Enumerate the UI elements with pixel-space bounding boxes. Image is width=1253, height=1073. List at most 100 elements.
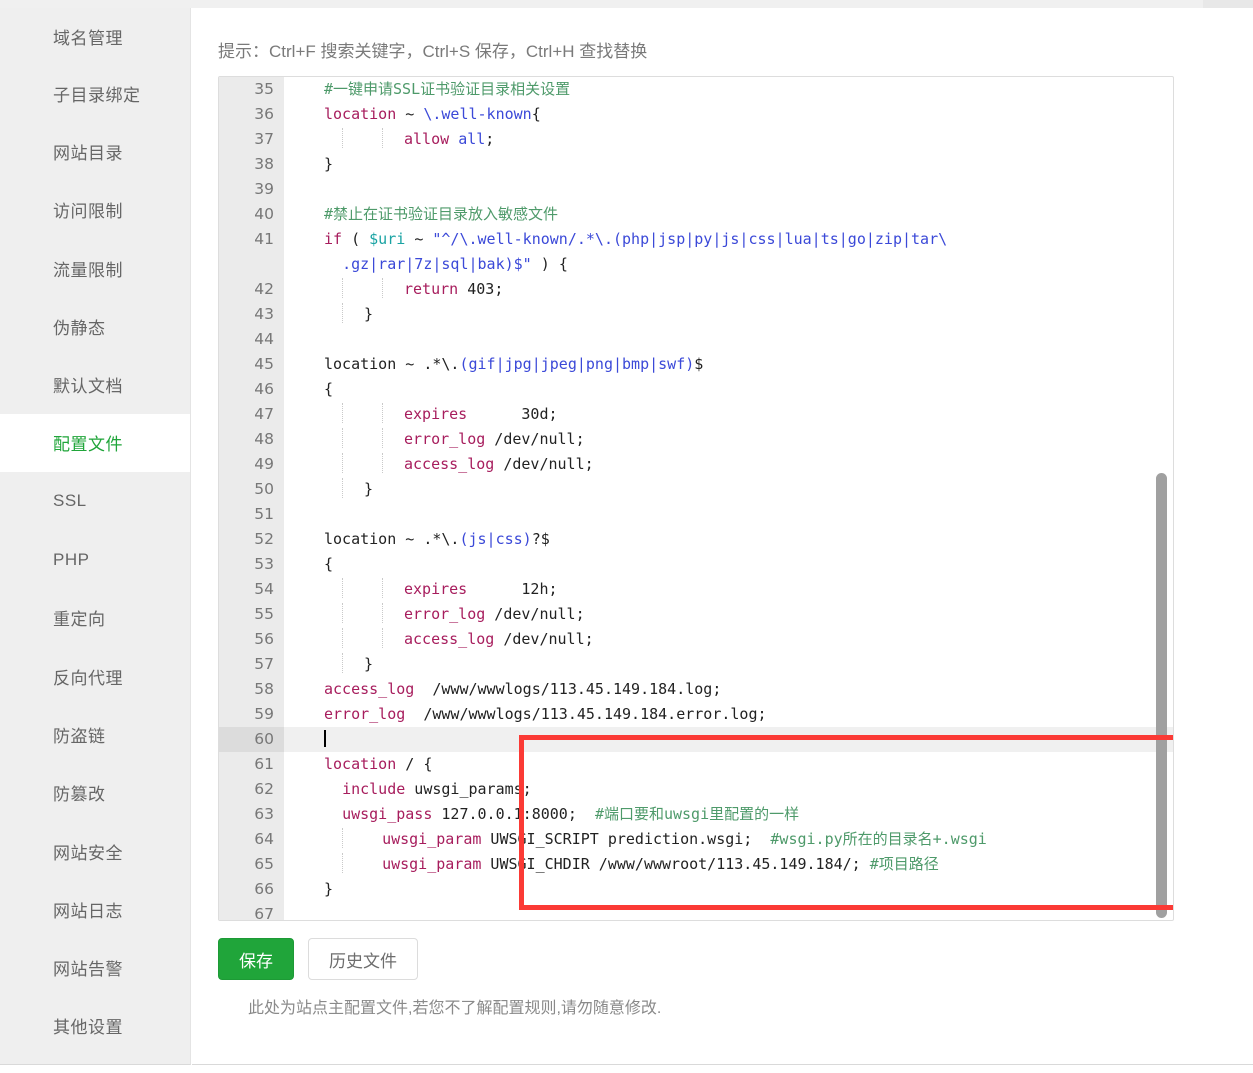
code-line-content[interactable]: } bbox=[284, 652, 1173, 677]
code-line[interactable]: 61 location / { bbox=[219, 752, 1173, 777]
code-line[interactable]: 52 location ~ .*\.(js|css)?$ bbox=[219, 527, 1173, 552]
sidebar-item-1[interactable]: 子目录绑定 bbox=[0, 64, 190, 122]
sidebar-item-15[interactable]: 网站日志 bbox=[0, 880, 190, 938]
code-line-content[interactable]: location ~ \.well-known{ bbox=[284, 102, 1173, 127]
sidebar-item-17[interactable]: 其他设置 bbox=[0, 997, 190, 1055]
editor-scrollbar-track[interactable] bbox=[1156, 79, 1170, 918]
code-line-content[interactable]: location ~ .*\.(js|css)?$ bbox=[284, 527, 1173, 552]
code-line[interactable]: 63 uwsgi_pass 127.0.0.1:8000; #端口要和uwsgi… bbox=[219, 802, 1173, 827]
code-line[interactable]: 57} bbox=[219, 652, 1173, 677]
code-line[interactable]: 54 expires 12h; bbox=[219, 577, 1173, 602]
sidebar-item-12[interactable]: 防盗链 bbox=[0, 705, 190, 763]
code-line-content[interactable]: access_log /dev/null; bbox=[284, 452, 1173, 477]
sidebar-item-4[interactable]: 流量限制 bbox=[0, 239, 190, 297]
code-line-content[interactable]: if ( $uri ~ "^/\.well-known/.*\.(php|jsp… bbox=[284, 227, 1173, 252]
config-file-editor[interactable]: 35 #一键申请SSL证书验证目录相关设置 36 location ~ \.well-… bbox=[218, 76, 1174, 921]
code-line-content[interactable]: expires 12h; bbox=[284, 577, 1173, 602]
sidebar-item-16[interactable]: 网站告警 bbox=[0, 938, 190, 996]
sidebar-item-3[interactable]: 访问限制 bbox=[0, 181, 190, 239]
code-line-content[interactable] bbox=[284, 327, 1173, 352]
token-punct: } bbox=[364, 305, 374, 323]
code-line-content[interactable]: uwsgi_param UWSGI_CHDIR /www/wwwroot/113… bbox=[284, 852, 1173, 877]
code-line[interactable]: 50} bbox=[219, 477, 1173, 502]
code-line-content[interactable]: error_log /www/wwwlogs/113.45.149.184.er… bbox=[284, 702, 1173, 727]
code-lines[interactable]: 35 #一键申请SSL证书验证目录相关设置 36 location ~ \.well-… bbox=[219, 77, 1173, 920]
code-line-content[interactable]: { bbox=[284, 552, 1173, 577]
indent-guide bbox=[342, 303, 343, 323]
code-line[interactable]: 42 return 403; bbox=[219, 277, 1173, 302]
code-line[interactable]: 45 location ~ .*\.(gif|jpg|jpeg|png|bmp|s… bbox=[219, 352, 1173, 377]
code-line[interactable]: 60 bbox=[219, 727, 1173, 752]
code-line-content[interactable] bbox=[284, 177, 1173, 202]
code-line[interactable]: 44 bbox=[219, 327, 1173, 352]
sidebar-item-2[interactable]: 网站目录 bbox=[0, 122, 190, 180]
code-line-content[interactable]: #禁止在证书验证目录放入敏感文件 bbox=[284, 202, 1173, 227]
code-line[interactable]: 49 access_log /dev/null; bbox=[219, 452, 1173, 477]
code-line-content[interactable]: expires 30d; bbox=[284, 402, 1173, 427]
code-line[interactable]: 46 { bbox=[219, 377, 1173, 402]
token-key: if bbox=[324, 230, 343, 248]
code-line-content[interactable] bbox=[284, 902, 1173, 920]
code-line-content[interactable]: error_log /dev/null; bbox=[284, 427, 1173, 452]
code-line-content[interactable]: } bbox=[284, 152, 1173, 177]
token-plain: .*\. bbox=[414, 355, 460, 373]
code-line-content[interactable]: .gz|rar|7z|sql|bak)$" ) { bbox=[284, 252, 1173, 277]
code-line-content[interactable] bbox=[284, 727, 1173, 752]
code-line[interactable]: 55 error_log /dev/null; bbox=[219, 602, 1173, 627]
code-line[interactable]: 40 #禁止在证书验证目录放入敏感文件 bbox=[219, 202, 1173, 227]
code-line[interactable]: 65 uwsgi_param UWSGI_CHDIR /www/wwwroot/… bbox=[219, 852, 1173, 877]
code-line[interactable]: 53 { bbox=[219, 552, 1173, 577]
code-line[interactable]: 66} bbox=[219, 877, 1173, 902]
code-line[interactable]: 47 expires 30d; bbox=[219, 402, 1173, 427]
code-line-content[interactable]: return 403; bbox=[284, 277, 1173, 302]
code-line[interactable]: 62 include uwsgi_params; bbox=[219, 777, 1173, 802]
code-line-content[interactable]: } bbox=[284, 877, 1173, 902]
code-line-content[interactable]: include uwsgi_params; bbox=[284, 777, 1173, 802]
code-line-content[interactable]: location / { bbox=[284, 752, 1173, 777]
code-line[interactable]: 51 bbox=[219, 502, 1173, 527]
code-line[interactable]: 35 #一键申请SSL证书验证目录相关设置 bbox=[219, 77, 1173, 102]
code-line-content[interactable]: } bbox=[284, 477, 1173, 502]
code-line-content[interactable]: #一键申请SSL证书验证目录相关设置 bbox=[284, 77, 1173, 102]
code-line-content[interactable]: } bbox=[284, 302, 1173, 327]
code-line-content[interactable]: access_log /dev/null; bbox=[284, 627, 1173, 652]
code-line[interactable]: 41 if ( $uri ~ "^/\.well-known/.*\.(php|j… bbox=[219, 227, 1173, 252]
sidebar-item-5[interactable]: 伪静态 bbox=[0, 297, 190, 355]
code-line[interactable]: 37 allow all; bbox=[219, 127, 1173, 152]
code-line[interactable]: 43} bbox=[219, 302, 1173, 327]
save-button[interactable]: 保存 bbox=[218, 938, 294, 980]
code-line-content[interactable]: location ~ .*\.(gif|jpg|jpeg|png|bmp|swf… bbox=[284, 352, 1173, 377]
sidebar-item-6[interactable]: 默认文档 bbox=[0, 355, 190, 413]
code-line-content[interactable]: error_log /dev/null; bbox=[284, 602, 1173, 627]
sidebar-item-8[interactable]: SSL bbox=[0, 472, 190, 530]
line-number: 45 bbox=[219, 352, 284, 377]
sidebar-item-13[interactable]: 防篡改 bbox=[0, 764, 190, 822]
code-line-content[interactable]: allow all; bbox=[284, 127, 1173, 152]
code-line[interactable]: 64 uwsgi_param UWSGI_SCRIPT prediction.w… bbox=[219, 827, 1173, 852]
code-line[interactable]: 39 bbox=[219, 177, 1173, 202]
code-line[interactable]: 38} bbox=[219, 152, 1173, 177]
line-number: 63 bbox=[219, 802, 284, 827]
sidebar-item-11[interactable]: 反向代理 bbox=[0, 647, 190, 705]
code-line-content[interactable]: access_log /www/wwwlogs/113.45.149.184.l… bbox=[284, 677, 1173, 702]
sidebar-item-0[interactable]: 域名管理 bbox=[0, 8, 190, 64]
code-line-content[interactable]: uwsgi_pass 127.0.0.1:8000; #端口要和uwsgi里配置… bbox=[284, 802, 1173, 827]
code-line[interactable]: 67 bbox=[219, 902, 1173, 920]
editor-scroll-area[interactable]: 35 #一键申请SSL证书验证目录相关设置 36 location ~ \.well-… bbox=[219, 77, 1173, 920]
sidebar-item-14[interactable]: 网站安全 bbox=[0, 822, 190, 880]
code-line[interactable]: 56 access_log /dev/null; bbox=[219, 627, 1173, 652]
code-line[interactable]: .gz|rar|7z|sql|bak)$" ) { bbox=[219, 252, 1173, 277]
sidebar-item-7[interactable]: 配置文件 bbox=[0, 413, 190, 473]
token-punct: { bbox=[324, 380, 334, 398]
sidebar-item-9[interactable]: PHP bbox=[0, 530, 190, 588]
code-line[interactable]: 36 location ~ \.well-known{ bbox=[219, 102, 1173, 127]
sidebar-item-10[interactable]: 重定向 bbox=[0, 589, 190, 647]
code-line-content[interactable] bbox=[284, 502, 1173, 527]
code-line-content[interactable]: uwsgi_param UWSGI_SCRIPT prediction.wsgi… bbox=[284, 827, 1173, 852]
editor-scrollbar-thumb[interactable] bbox=[1156, 473, 1167, 918]
history-files-button[interactable]: 历史文件 bbox=[308, 938, 418, 980]
code-line[interactable]: 59 error_log /www/wwwlogs/113.45.149.184.… bbox=[219, 702, 1173, 727]
code-line[interactable]: 48 error_log /dev/null; bbox=[219, 427, 1173, 452]
code-line-content[interactable]: { bbox=[284, 377, 1173, 402]
code-line[interactable]: 58 access_log /www/wwwlogs/113.45.149.184… bbox=[219, 677, 1173, 702]
